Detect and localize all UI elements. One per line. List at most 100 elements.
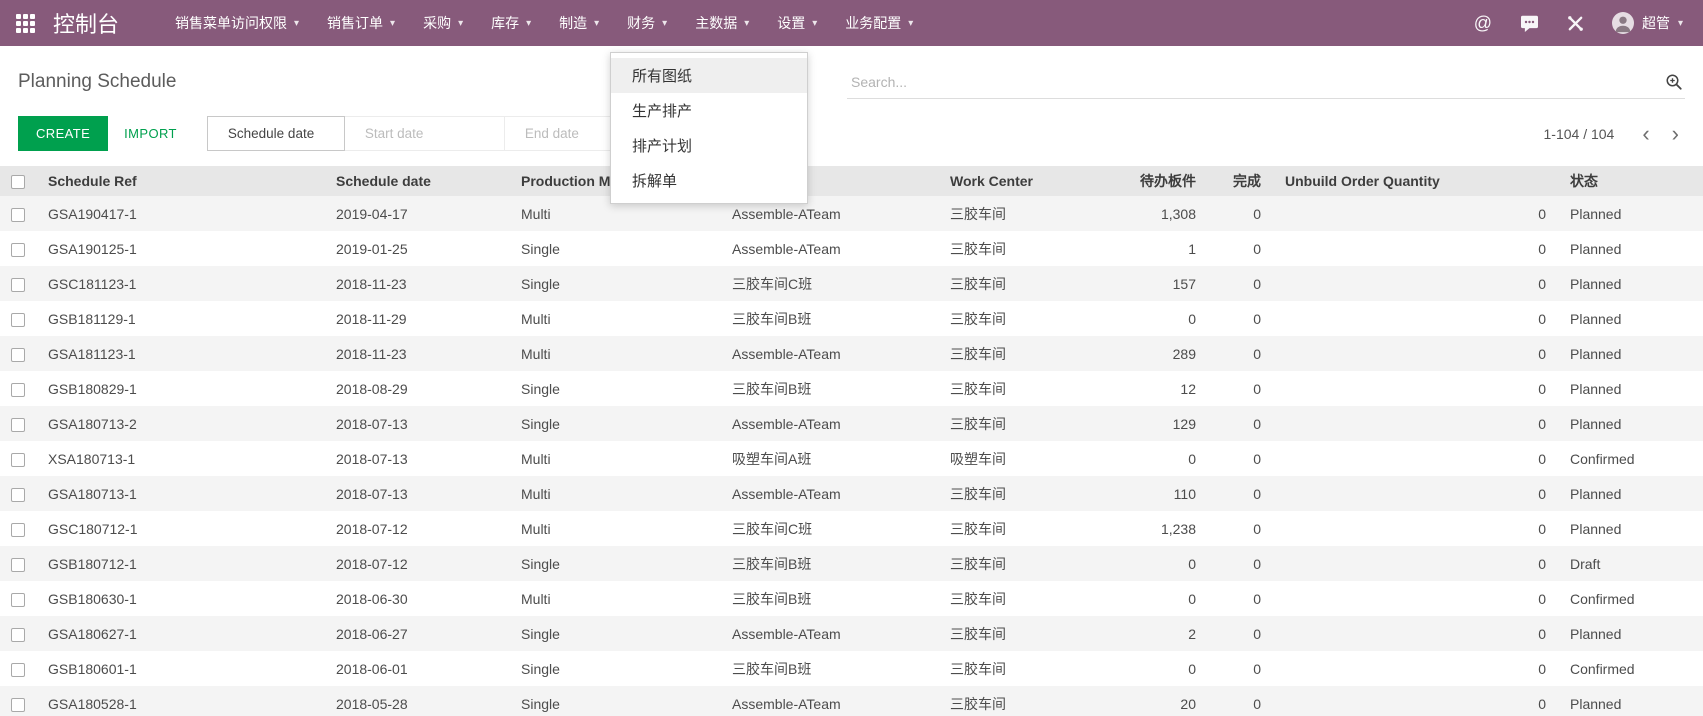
column-header-0[interactable]: Schedule Ref	[36, 166, 324, 196]
cell-7: 0	[1273, 196, 1558, 231]
dropdown-item-2[interactable]: 排产计划	[611, 128, 807, 163]
cell-7: 0	[1273, 581, 1558, 616]
cell-7: 0	[1273, 371, 1558, 406]
table-row[interactable]: GSB181129-12018-11-29Multi三胶车间B班三胶车间000P…	[0, 301, 1703, 336]
cell-7: 0	[1273, 651, 1558, 686]
table-row[interactable]: GSA180713-12018-07-13MultiAssemble-ATeam…	[0, 476, 1703, 511]
messages-icon[interactable]	[1520, 15, 1539, 32]
row-checkbox[interactable]	[11, 383, 25, 397]
menu-item-5[interactable]: 财务▾	[613, 0, 681, 46]
pager-next-icon[interactable]: ›	[1666, 123, 1685, 145]
table-row[interactable]: GSB180630-12018-06-30Multi三胶车间B班三胶车间000C…	[0, 581, 1703, 616]
page-title: Planning Schedule	[18, 71, 176, 99]
cell-0: GSA190417-1	[36, 196, 324, 231]
table-row[interactable]: GSA180713-22018-07-13SingleAssemble-ATea…	[0, 406, 1703, 441]
cell-7: 0	[1273, 301, 1558, 336]
dropdown-item-0[interactable]: 所有图纸	[611, 58, 807, 93]
dropdown-item-3[interactable]: 拆解单	[611, 163, 807, 198]
cell-4: 吸塑车间	[938, 441, 1098, 476]
menu-item-1[interactable]: 销售订单▾	[313, 0, 409, 46]
table-row[interactable]: GSA181123-12018-11-23MultiAssemble-ATeam…	[0, 336, 1703, 371]
filter-schedule-date[interactable]: Schedule date	[207, 116, 345, 151]
menu-item-6[interactable]: 主数据▾	[681, 0, 763, 46]
cell-5: 12	[1098, 371, 1208, 406]
column-header-4[interactable]: Work Center	[938, 166, 1098, 196]
chevron-down-icon: ▾	[294, 18, 299, 29]
mention-icon[interactable]: @	[1474, 13, 1492, 34]
table-row[interactable]: GSB180712-12018-07-12Single三胶车间B班三胶车间000…	[0, 546, 1703, 581]
cell-8: Planned	[1558, 476, 1703, 511]
dropdown-item-1[interactable]: 生产排产	[611, 93, 807, 128]
menu-item-7[interactable]: 设置▾	[763, 0, 831, 46]
row-checkbox[interactable]	[11, 628, 25, 642]
tools-icon[interactable]	[1567, 15, 1584, 32]
cell-8: Planned	[1558, 616, 1703, 651]
menu-item-4[interactable]: 制造▾	[545, 0, 613, 46]
column-header-5[interactable]: 待办板件	[1098, 166, 1208, 196]
cell-0: GSB180829-1	[36, 371, 324, 406]
row-checkbox[interactable]	[11, 698, 25, 712]
column-header-6[interactable]: 完成	[1208, 166, 1273, 196]
topbar: 控制台 销售菜单访问权限▾销售订单▾采购▾库存▾制造▾财务▾主数据▾设置▾业务配…	[0, 0, 1703, 46]
cell-5: 0	[1098, 301, 1208, 336]
row-checkbox[interactable]	[11, 523, 25, 537]
cell-6: 0	[1208, 371, 1273, 406]
cell-6: 0	[1208, 546, 1273, 581]
pager-prev-icon[interactable]: ‹	[1636, 123, 1655, 145]
chevron-down-icon: ▾	[812, 18, 817, 29]
search-input[interactable]	[851, 74, 1665, 90]
row-checkbox[interactable]	[11, 453, 25, 467]
table-row[interactable]: GSC181123-12018-11-23Single三胶车间C班三胶车间157…	[0, 266, 1703, 301]
menu-item-0[interactable]: 销售菜单访问权限▾	[161, 0, 313, 46]
table-row[interactable]: GSA190125-12019-01-25SingleAssemble-ATea…	[0, 231, 1703, 266]
table-row[interactable]: GSC180712-12018-07-12Multi三胶车间C班三胶车间1,23…	[0, 511, 1703, 546]
row-checkbox[interactable]	[11, 593, 25, 607]
row-checkbox[interactable]	[11, 278, 25, 292]
cell-1: 2018-07-12	[324, 546, 509, 581]
row-checkbox[interactable]	[11, 663, 25, 677]
row-checkbox[interactable]	[11, 313, 25, 327]
table-row[interactable]: GSA180627-12018-06-27SingleAssemble-ATea…	[0, 616, 1703, 651]
row-checkbox[interactable]	[11, 558, 25, 572]
chevron-down-icon: ▾	[744, 18, 749, 29]
menu-item-3[interactable]: 库存▾	[477, 0, 545, 46]
cell-3: 三胶车间B班	[720, 581, 938, 616]
column-header-8[interactable]: 状态	[1558, 166, 1703, 196]
apps-grid-icon[interactable]	[16, 14, 35, 33]
row-checkbox[interactable]	[11, 243, 25, 257]
import-button[interactable]: IMPORT	[124, 126, 177, 141]
menu-item-label: 制造	[559, 13, 587, 33]
user-menu[interactable]: 超管 ▾	[1612, 12, 1683, 34]
app-title[interactable]: 控制台	[53, 7, 119, 39]
row-checkbox[interactable]	[11, 348, 25, 362]
menu-item-2[interactable]: 采购▾	[409, 0, 477, 46]
table-row[interactable]: GSB180601-12018-06-01Single三胶车间B班三胶车间000…	[0, 651, 1703, 686]
cell-3: Assemble-ATeam	[720, 616, 938, 651]
table-row[interactable]: GSB180829-12018-08-29Single三胶车间B班三胶车间120…	[0, 371, 1703, 406]
table-row[interactable]: XSA180713-12018-07-13Multi吸塑车间A班吸塑车间000C…	[0, 441, 1703, 476]
cell-8: Planned	[1558, 371, 1703, 406]
search-zoom-icon[interactable]	[1665, 73, 1683, 91]
select-all-checkbox[interactable]	[11, 175, 25, 189]
cell-1: 2018-08-29	[324, 371, 509, 406]
cell-1: 2018-07-13	[324, 406, 509, 441]
menu-item-8[interactable]: 业务配置▾	[831, 0, 927, 46]
table-row[interactable]: GSA190417-12019-04-17MultiAssemble-ATeam…	[0, 196, 1703, 231]
cell-6: 0	[1208, 686, 1273, 716]
create-button[interactable]: CREATE	[18, 116, 108, 151]
row-checkbox[interactable]	[11, 208, 25, 222]
cell-1: 2019-01-25	[324, 231, 509, 266]
filter-start-date[interactable]: Start date	[345, 116, 505, 151]
cell-8: Planned	[1558, 511, 1703, 546]
row-checkbox[interactable]	[11, 418, 25, 432]
row-checkbox[interactable]	[11, 488, 25, 502]
table-row[interactable]: GSA180528-12018-05-28SingleAssemble-ATea…	[0, 686, 1703, 716]
cell-8: Confirmed	[1558, 441, 1703, 476]
cell-6: 0	[1208, 616, 1273, 651]
cell-0: GSA180713-2	[36, 406, 324, 441]
cell-5: 110	[1098, 476, 1208, 511]
date-filter-group: Schedule date Start date End date	[207, 116, 665, 151]
column-header-1[interactable]: Schedule date	[324, 166, 509, 196]
cell-2: Single	[509, 686, 720, 716]
column-header-7[interactable]: Unbuild Order Quantity	[1273, 166, 1558, 196]
